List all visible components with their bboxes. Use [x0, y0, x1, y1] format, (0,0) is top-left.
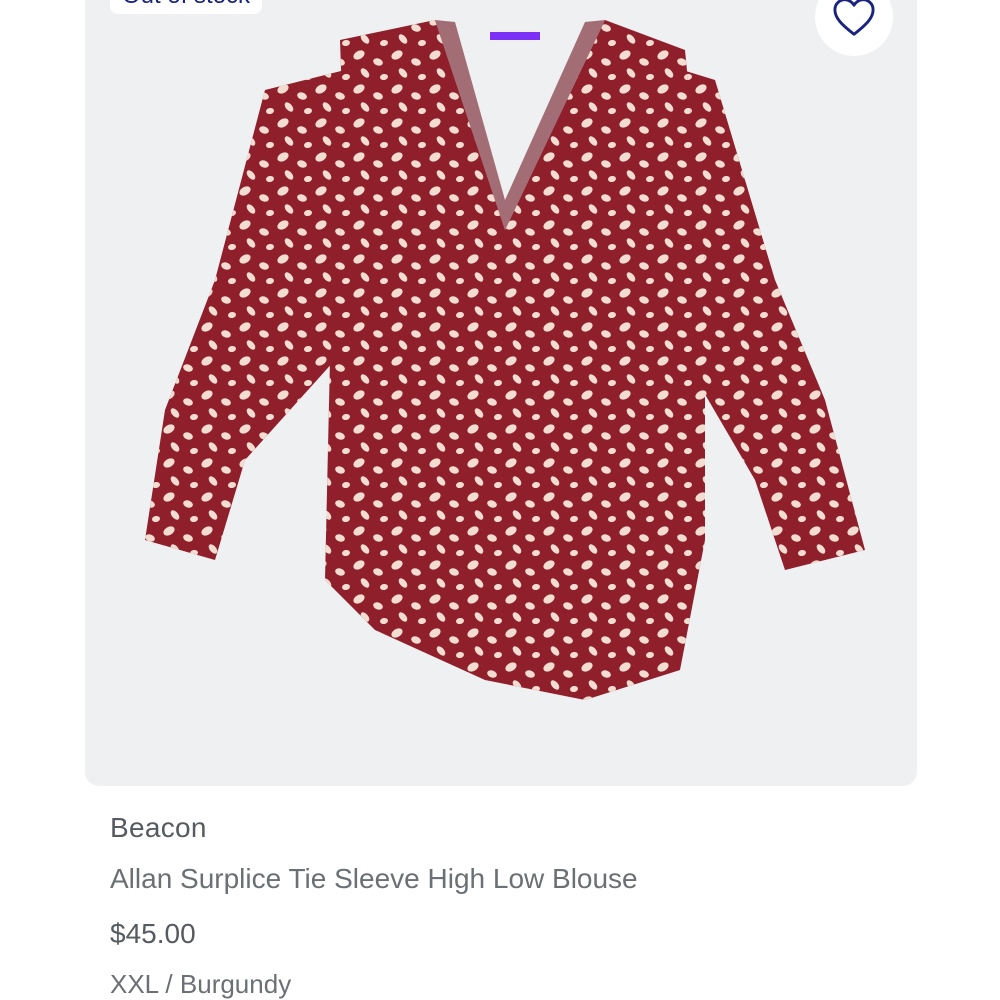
variant-separator: / [165, 969, 173, 999]
product-size: XXL [110, 969, 159, 999]
product-title[interactable]: Allan Surplice Tie Sleeve High Low Blous… [110, 863, 638, 895]
product-image-container[interactable] [85, 0, 917, 786]
stock-status-badge: Out of stock [110, 0, 263, 14]
heart-outline-icon [833, 0, 875, 36]
blouse-shape [145, 20, 865, 700]
product-image [145, 20, 865, 700]
product-color: Burgundy [179, 969, 292, 999]
product-brand: Beacon [110, 812, 207, 843]
product-card[interactable]: Out of stock Beacon Allan Surplice Tie S… [0, 0, 1000, 1000]
product-variant: XXL / Burgundy [110, 969, 291, 1000]
product-price: $45.00 [110, 918, 196, 949]
